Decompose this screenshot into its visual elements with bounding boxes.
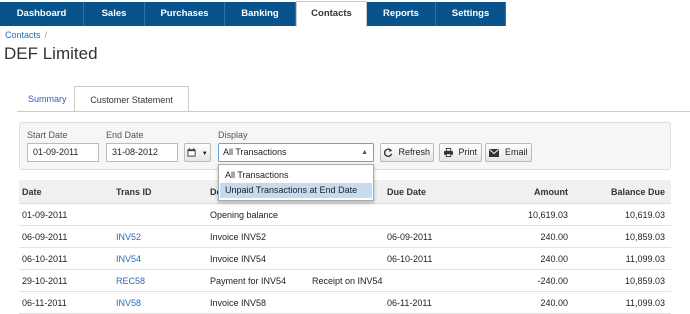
page-title: DEF Limited (4, 44, 98, 63)
tab-banking[interactable]: Banking (225, 2, 296, 26)
option-unpaid-transactions[interactable]: Unpaid Transactions at End Date (220, 183, 372, 198)
display-label: Display (218, 130, 248, 140)
display-select[interactable]: All Transactions ▲ (218, 143, 374, 162)
cell-amount: 240.00 (540, 298, 568, 308)
header-date[interactable]: Date (22, 187, 42, 197)
cell-details: Payment for INV54 (210, 276, 287, 286)
cell-details: Invoice INV58 (210, 298, 267, 308)
end-date-input[interactable]: 31-08-2012 (106, 143, 178, 162)
cell-trans-id-link[interactable]: INV58 (116, 298, 141, 308)
breadcrumb: Contacts / (5, 30, 47, 40)
cell-balance: 10,859.03 (624, 232, 665, 242)
cell-balance: 10,859.03 (624, 276, 665, 286)
cell-trans-id-link[interactable]: INV54 (116, 254, 141, 264)
tab-sales[interactable]: Sales (84, 2, 145, 26)
tab-purchases[interactable]: Purchases (145, 2, 225, 26)
table-row: 06-09-2011 INV52 Invoice INV52 06-09-201… (19, 226, 671, 248)
cell-details: Opening balance (210, 210, 279, 220)
cell-due-date: 06-11-2011 (387, 298, 432, 308)
cell-date: 06-11-2011 (22, 298, 67, 308)
refresh-button[interactable]: Refresh (380, 143, 434, 162)
cell-date: 01-09-2011 (22, 210, 68, 220)
display-dropdown-menu: All Transactions Unpaid Transactions at … (218, 164, 374, 201)
cell-due-date: 06-10-2011 (387, 254, 433, 264)
cell-amount: 240.00 (540, 232, 568, 242)
header-balance-due[interactable]: Balance Due (580, 187, 665, 197)
cell-reference: Receipt on INV54 (312, 276, 383, 286)
top-navigation: Dashboard Sales Purchases Banking Contac… (0, 0, 690, 27)
refresh-icon (383, 147, 399, 157)
header-due-date[interactable]: Due Date (387, 187, 426, 197)
cell-amount: 10,619.03 (527, 210, 568, 220)
cell-date: 29-10-2011 (22, 276, 68, 286)
tab-reports[interactable]: Reports (367, 2, 436, 26)
table-row: 01-09-2011 Opening balance 10,619.03 10,… (19, 204, 671, 226)
cell-trans-id-link[interactable]: REC58 (116, 276, 145, 286)
cell-balance: 11,099.03 (625, 298, 665, 308)
email-button[interactable]: Email (485, 143, 532, 162)
cell-date: 06-09-2011 (22, 232, 68, 242)
print-button[interactable]: Print (439, 143, 482, 162)
end-date-label: End Date (106, 130, 144, 140)
table-row: 06-10-2011 INV54 Invoice INV54 06-10-201… (19, 248, 671, 270)
tab-contacts[interactable]: Contacts (296, 1, 367, 27)
cell-balance: 10,619.03 (624, 210, 665, 220)
header-trans-id[interactable]: Trans ID (116, 187, 152, 197)
cell-amount: -240.00 (537, 276, 568, 286)
cell-trans-id-link[interactable]: INV52 (116, 232, 141, 242)
breadcrumb-separator: / (44, 30, 48, 40)
tab-dashboard[interactable]: Dashboard (0, 2, 84, 26)
cell-amount: 240.00 (540, 254, 568, 264)
cell-due-date: 06-09-2011 (387, 232, 433, 242)
tab-divider (17, 111, 690, 112)
calendar-icon (187, 147, 202, 157)
start-date-label: Start Date (27, 130, 68, 140)
cell-date: 06-10-2011 (22, 254, 68, 264)
start-date-input[interactable]: 01-09-2011 (27, 143, 99, 162)
header-amount[interactable]: Amount (500, 187, 568, 197)
option-all-transactions[interactable]: All Transactions (220, 168, 372, 183)
cell-balance: 11,099.03 (625, 254, 665, 264)
calendar-button[interactable]: ▼ (184, 143, 211, 162)
print-label: Print (458, 147, 478, 157)
table-row: 29-10-2011 REC58 Payment for INV54 Recei… (19, 270, 671, 292)
tab-customer-statement[interactable]: Customer Statement (74, 86, 189, 112)
cell-details: Invoice INV52 (210, 232, 267, 242)
printer-icon (443, 147, 459, 157)
envelope-icon (489, 147, 505, 157)
display-select-value: All Transactions (223, 147, 287, 157)
tab-settings[interactable]: Settings (436, 2, 506, 26)
cell-details: Invoice INV54 (210, 254, 267, 264)
table-row: 06-11-2011 INV58 Invoice INV58 06-11-201… (19, 292, 671, 314)
chevron-down-icon: ▼ (201, 151, 208, 157)
refresh-label: Refresh (398, 147, 431, 157)
tab-summary[interactable]: Summary (28, 86, 67, 112)
breadcrumb-contacts-link[interactable]: Contacts (5, 30, 41, 40)
caret-up-icon: ▲ (361, 149, 368, 156)
email-label: Email (505, 147, 528, 157)
